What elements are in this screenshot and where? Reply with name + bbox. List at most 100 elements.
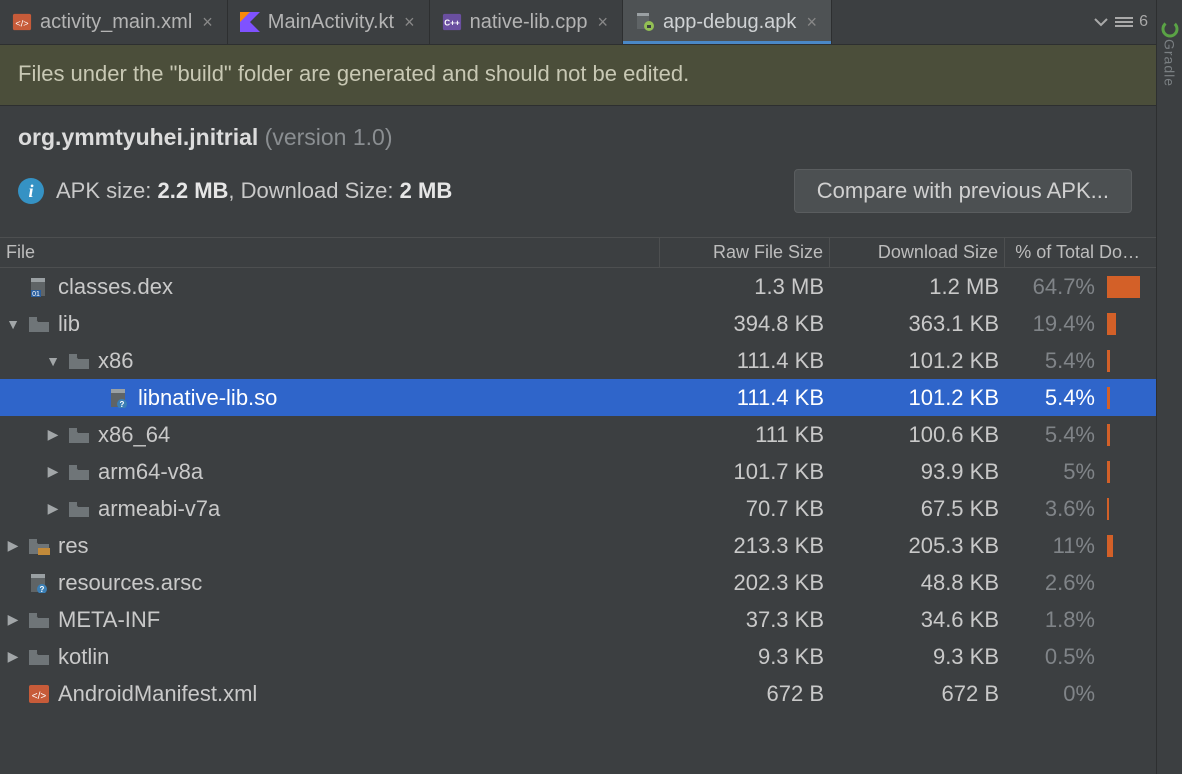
- chevron-right-icon[interactable]: ▶: [6, 648, 20, 665]
- table-row[interactable]: ▶res213.3 KB205.3 KB11%: [0, 527, 1156, 564]
- percent: 1.8%: [1005, 607, 1101, 633]
- percent-bar: [1101, 527, 1146, 564]
- download-size: 672 B: [830, 681, 1005, 707]
- close-icon[interactable]: ×: [595, 12, 610, 33]
- col-download-size[interactable]: Download Size: [830, 238, 1005, 267]
- folder-icon: [68, 425, 90, 445]
- svg-text:01: 01: [32, 291, 40, 297]
- raw-size: 111.4 KB: [660, 348, 830, 374]
- raw-size: 672 B: [660, 681, 830, 707]
- xml-icon: </>: [28, 684, 50, 704]
- raw-size: 101.7 KB: [660, 459, 830, 485]
- table-row[interactable]: ▶kotlin9.3 KB9.3 KB0.5%: [0, 638, 1156, 675]
- download-size: 9.3 KB: [830, 644, 1005, 670]
- download-size-value: 2 MB: [400, 178, 453, 204]
- svg-text:</>: </>: [32, 691, 47, 702]
- file-name: arm64-v8a: [98, 459, 203, 485]
- gradle-label: Gradle: [1162, 39, 1178, 87]
- package-line: org.ymmtyuhei.jnitrial (version 1.0): [18, 124, 1138, 151]
- close-icon[interactable]: ×: [402, 12, 417, 33]
- download-size: 101.2 KB: [830, 385, 1005, 411]
- percent-bar: [1101, 490, 1146, 527]
- apk-contents-table: File Raw File Size Download Size % of To…: [0, 237, 1156, 712]
- folder-icon: [68, 351, 90, 371]
- chevron-right-icon[interactable]: ▶: [46, 463, 60, 480]
- raw-size: 111 KB: [660, 422, 830, 448]
- col-file[interactable]: File: [0, 238, 660, 267]
- percent-bar: [1101, 379, 1146, 416]
- editor-tabs: </>activity_main.xml×MainActivity.kt×C++…: [0, 0, 1156, 45]
- table-header-row: File Raw File Size Download Size % of To…: [0, 238, 1156, 268]
- file-name: kotlin: [58, 644, 109, 670]
- file-name: lib: [58, 311, 80, 337]
- file-name: META-INF: [58, 607, 160, 633]
- editor-tab[interactable]: app-debug.apk ×: [623, 0, 832, 44]
- tab-overflow-count: 6: [1139, 13, 1148, 31]
- percent-bar: [1101, 601, 1146, 638]
- chevron-right-icon[interactable]: ▶: [46, 500, 60, 517]
- percent: 19.4%: [1005, 311, 1101, 337]
- file-name: x86_64: [98, 422, 170, 448]
- tab-label: app-debug.apk: [663, 11, 796, 34]
- close-icon[interactable]: ×: [200, 12, 215, 33]
- raw-size: 37.3 KB: [660, 607, 830, 633]
- compare-apk-button[interactable]: Compare with previous APK...: [794, 169, 1132, 213]
- gradle-icon: [1161, 20, 1179, 38]
- percent-bar: [1101, 416, 1146, 453]
- chevron-down-icon[interactable]: ▼: [46, 353, 60, 369]
- table-row[interactable]: ▶x86_64111 KB100.6 KB5.4%: [0, 416, 1156, 453]
- download-size: 363.1 KB: [830, 311, 1005, 337]
- col-raw-size[interactable]: Raw File Size: [660, 238, 830, 267]
- table-row[interactable]: ▶armeabi-v7a70.7 KB67.5 KB3.6%: [0, 490, 1156, 527]
- table-row[interactable]: ? resources.arsc 202.3 KB48.8 KB2.6%: [0, 564, 1156, 601]
- file-name: armeabi-v7a: [98, 496, 220, 522]
- table-row[interactable]: ?libnative-lib.so111.4 KB101.2 KB5.4%: [0, 379, 1156, 416]
- right-tool-strip[interactable]: Gradle: [1156, 0, 1182, 774]
- tabs-overflow[interactable]: 6: [1085, 0, 1156, 44]
- table-row[interactable]: ▶arm64-v8a101.7 KB93.9 KB5%: [0, 453, 1156, 490]
- table-row[interactable]: ▶META-INF37.3 KB34.6 KB1.8%: [0, 601, 1156, 638]
- apk-header: org.ymmtyuhei.jnitrial (version 1.0) i A…: [0, 106, 1156, 237]
- dex-icon: 01: [28, 277, 50, 297]
- editor-tab[interactable]: </>activity_main.xml×: [0, 0, 228, 44]
- raw-size: 70.7 KB: [660, 496, 830, 522]
- raw-size: 394.8 KB: [660, 311, 830, 337]
- percent: 64.7%: [1005, 274, 1101, 300]
- editor-tab[interactable]: MainActivity.kt×: [228, 0, 430, 44]
- download-size: 93.9 KB: [830, 459, 1005, 485]
- download-size: 48.8 KB: [830, 570, 1005, 596]
- file-name: AndroidManifest.xml: [58, 681, 257, 707]
- percent-bar: [1101, 268, 1146, 305]
- raw-size: 202.3 KB: [660, 570, 830, 596]
- col-percent[interactable]: % of Total Do…: [1005, 238, 1146, 267]
- download-size: 67.5 KB: [830, 496, 1005, 522]
- apk-icon: [635, 12, 655, 32]
- download-size: 205.3 KB: [830, 533, 1005, 559]
- tab-label: native-lib.cpp: [470, 11, 588, 34]
- so-icon: ?: [28, 573, 50, 593]
- so-icon: ?: [108, 388, 130, 408]
- percent: 11%: [1005, 533, 1101, 559]
- folder-icon: [68, 462, 90, 482]
- raw-size: 213.3 KB: [660, 533, 830, 559]
- file-name: resources.arsc: [58, 570, 202, 596]
- chevron-right-icon[interactable]: ▶: [6, 537, 20, 554]
- percent: 2.6%: [1005, 570, 1101, 596]
- svg-text:</>: </>: [15, 19, 28, 29]
- folder-icon: [68, 499, 90, 519]
- percent: 5.4%: [1005, 422, 1101, 448]
- res-icon: [28, 536, 50, 556]
- close-icon[interactable]: ×: [804, 12, 819, 33]
- table-row[interactable]: ▼ lib 394.8 KB363.1 KB19.4%: [0, 305, 1156, 342]
- chevron-right-icon[interactable]: ▶: [46, 426, 60, 443]
- percent-bar: [1101, 564, 1146, 601]
- table-row[interactable]: </>AndroidManifest.xml672 B672 B0%: [0, 675, 1156, 712]
- chevron-down-icon[interactable]: ▼: [6, 316, 20, 332]
- svg-text:?: ?: [40, 585, 45, 593]
- table-row[interactable]: 01classes.dex1.3 MB1.2 MB64.7%: [0, 268, 1156, 305]
- download-size: 1.2 MB: [830, 274, 1005, 300]
- table-row[interactable]: ▼x86111.4 KB101.2 KB5.4%: [0, 342, 1156, 379]
- editor-tab[interactable]: C++native-lib.cpp×: [430, 0, 623, 44]
- chevron-right-icon[interactable]: ▶: [6, 611, 20, 628]
- apk-size-value: 2.2 MB: [158, 178, 229, 204]
